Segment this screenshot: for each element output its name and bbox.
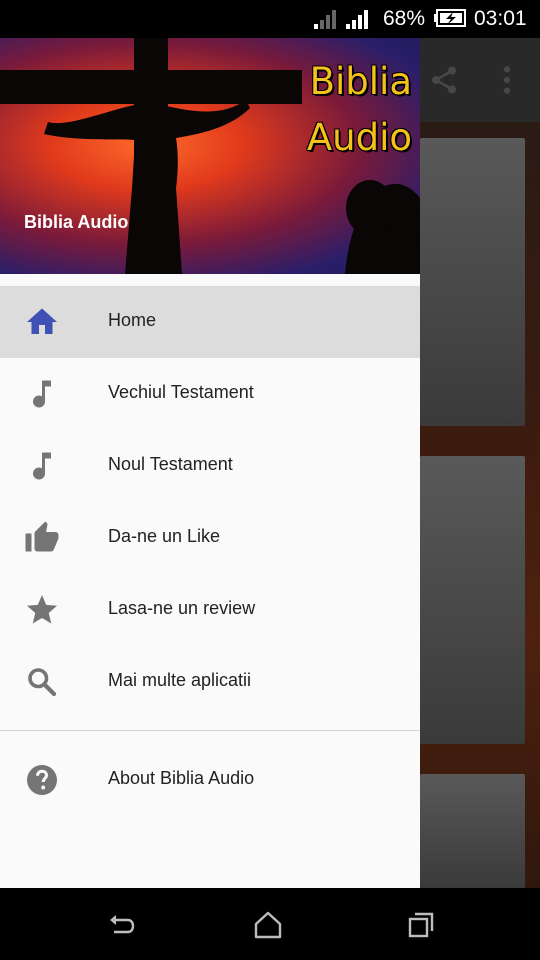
menu-item-home[interactable]: Home: [0, 286, 420, 358]
menu-item-label: Mai multe aplicatii: [108, 670, 252, 690]
recents-icon[interactable]: [406, 910, 436, 940]
menu-item-label: Noul Testament: [108, 454, 233, 474]
drawer-header: Biblia Audio Biblia Audio: [0, 38, 420, 274]
logo-line-2: Audio: [306, 116, 412, 159]
menu-item-more-apps[interactable]: Mai multe aplicatii: [0, 646, 420, 718]
logo-line-1: Biblia: [309, 60, 412, 103]
home-icon: [27, 308, 57, 334]
menu-item-label: Lasa-ne un review: [108, 598, 256, 618]
music-note-icon: [33, 452, 51, 480]
back-icon[interactable]: [106, 910, 136, 940]
menu-divider: [0, 730, 420, 731]
clock: 03:01: [474, 7, 527, 30]
menu-item-label: Home: [108, 310, 157, 330]
signal-weak-icon: [314, 10, 336, 29]
battery-percent: 68%: [383, 7, 426, 30]
search-icon: [28, 668, 57, 697]
menu-item-like[interactable]: Da-ne un Like: [0, 502, 420, 574]
menu-item-label: About Biblia Audio: [108, 768, 255, 788]
signal-full-icon: [346, 10, 368, 29]
menu-item-label: Vechiul Testament: [108, 382, 254, 402]
app-logo: Biblia Audio: [307, 54, 412, 166]
star-icon: [27, 595, 57, 624]
navigation-drawer: Biblia Audio Biblia Audio Home Vechiul T…: [0, 38, 420, 888]
thumb-up-icon: [25, 521, 59, 552]
help-icon: [27, 765, 57, 795]
home-nav-icon[interactable]: [253, 910, 283, 940]
menu-item-about[interactable]: About Biblia Audio: [0, 744, 420, 816]
menu-item-vechiul-testament[interactable]: Vechiul Testament: [0, 358, 420, 430]
menu-item-review[interactable]: Lasa-ne un review: [0, 574, 420, 646]
status-bar: 68% 03:01: [0, 0, 540, 38]
drawer-header-title: Biblia Audio: [24, 212, 129, 232]
menu-item-noul-testament[interactable]: Noul Testament: [0, 430, 420, 502]
battery-charging-icon: [434, 9, 466, 27]
menu-item-label: Da-ne un Like: [108, 526, 221, 546]
system-nav-bar: [0, 888, 540, 960]
music-note-icon: [33, 380, 51, 408]
